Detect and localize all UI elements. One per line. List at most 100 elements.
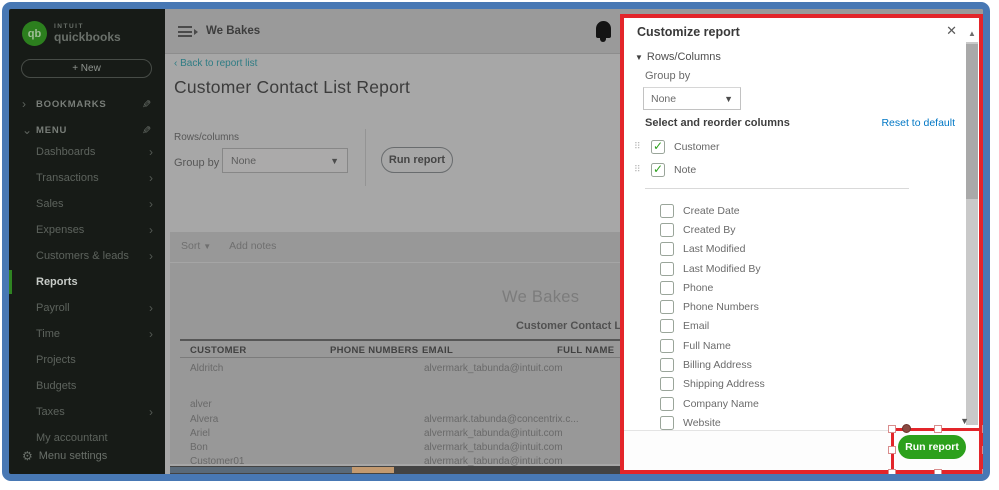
- cell-email: alvermark_tabunda@intuit.com: [424, 428, 563, 439]
- triangle-down-icon: ▼: [635, 53, 643, 62]
- scrollbar-thumb[interactable]: [170, 467, 352, 473]
- unchecked-column-row: Last Modified By: [660, 259, 949, 278]
- chevron-right-icon: ›: [149, 249, 153, 263]
- divider: [645, 188, 909, 189]
- sidebar-item[interactable]: Sales ›: [9, 191, 165, 217]
- sidebar-item[interactable]: Reports: [9, 269, 165, 295]
- cell-email: alvermark_tabunda@intuit.com: [424, 442, 563, 453]
- column-header-full-name[interactable]: FULL NAME: [557, 345, 614, 356]
- selection-handle: [982, 425, 990, 433]
- gear-icon: ⚙: [22, 449, 33, 463]
- reset-to-default-link[interactable]: Reset to default: [881, 117, 955, 129]
- rows-columns-section-toggle[interactable]: ▼Rows/Columns: [635, 51, 721, 63]
- panel-footer: Run report: [624, 430, 979, 470]
- cell-customer: alver: [190, 399, 212, 410]
- app-window: qb INTUIT quickbooks + New › BOOKMARKS ✎…: [2, 2, 990, 481]
- sidebar-item-label: Time: [36, 328, 149, 340]
- sidebar-section-menu[interactable]: ⌄ MENU ✎: [9, 121, 165, 139]
- checkbox-unchecked[interactable]: [660, 281, 674, 295]
- chevron-right-icon: ›: [149, 197, 153, 211]
- sidebar-item[interactable]: Customers & leads ›: [9, 243, 165, 269]
- checkbox-unchecked[interactable]: [660, 377, 674, 391]
- pencil-icon[interactable]: ✎: [142, 98, 151, 111]
- sidebar-item-label: My accountant: [36, 432, 153, 444]
- run-report-button-primary[interactable]: Run report: [898, 435, 966, 459]
- column-label: Last Modified By: [683, 263, 761, 275]
- column-header-email[interactable]: EMAIL: [422, 345, 453, 356]
- unchecked-column-row: Created By: [660, 220, 949, 239]
- column-label: Phone: [683, 282, 713, 294]
- checkbox-unchecked[interactable]: [660, 319, 674, 333]
- run-report-button[interactable]: Run report: [381, 147, 453, 173]
- checkbox-checked[interactable]: ✓: [651, 163, 665, 177]
- sidebar-item-label: Sales: [36, 198, 149, 210]
- group-by-label: Group by: [174, 157, 219, 169]
- vertical-scrollbar[interactable]: ▲: [966, 42, 978, 425]
- group-by-dropdown[interactable]: None ▼: [643, 87, 741, 110]
- sidebar-item[interactable]: Expenses ›: [9, 217, 165, 243]
- column-label: Full Name: [683, 340, 731, 352]
- checkbox-unchecked[interactable]: [660, 416, 674, 430]
- scroll-down-icon[interactable]: ▼: [960, 416, 969, 426]
- unchecked-column-row: Phone Numbers: [660, 297, 949, 316]
- caret-down-icon: ▼: [203, 242, 211, 251]
- group-by-value: None: [651, 93, 724, 105]
- cell-customer: Ariel: [190, 428, 210, 439]
- notification-bell-icon[interactable]: [596, 21, 611, 38]
- drag-handle-icon[interactable]: ⠿: [634, 164, 648, 175]
- scroll-up-icon[interactable]: ▲: [968, 29, 976, 38]
- unchecked-column-row: Create Date: [660, 201, 949, 220]
- sort-dropdown[interactable]: Sort ▼: [181, 240, 211, 252]
- sidebar-item[interactable]: Time ›: [9, 321, 165, 347]
- checkbox-unchecked[interactable]: [660, 223, 674, 237]
- checkbox-unchecked[interactable]: [660, 358, 674, 372]
- checkbox-unchecked[interactable]: [660, 300, 674, 314]
- brand-quickbooks: quickbooks: [54, 31, 121, 44]
- pencil-icon[interactable]: ✎: [142, 124, 151, 137]
- new-button[interactable]: + New: [21, 59, 152, 78]
- group-by-label: Group by: [645, 70, 690, 82]
- customize-report-panel: Customize report ✕ ▲ ▼Rows/Columns Group…: [620, 14, 983, 474]
- column-header-customer[interactable]: CUSTOMER: [190, 345, 247, 356]
- column-label: Customer: [674, 141, 720, 153]
- checked-column-row: ⠿ ✓ Customer: [634, 135, 959, 158]
- checkbox-unchecked[interactable]: [660, 242, 674, 256]
- unchecked-column-row: Company Name: [660, 394, 949, 413]
- group-by-dropdown[interactable]: None ▼: [222, 148, 348, 173]
- column-header-phone-numbers[interactable]: PHONE NUMBERS: [330, 345, 418, 356]
- back-to-report-list-link[interactable]: ‹ Back to report list: [174, 58, 257, 69]
- hamburger-icon[interactable]: [178, 26, 192, 37]
- checkbox-unchecked[interactable]: [660, 397, 674, 411]
- sidebar-item[interactable]: My accountant: [9, 425, 165, 451]
- panel-title: Customize report: [637, 25, 740, 39]
- checkbox-unchecked[interactable]: [660, 262, 674, 276]
- sidebar-section-bookmarks[interactable]: › BOOKMARKS ✎: [9, 95, 165, 113]
- cell-customer: Alvera: [190, 414, 218, 425]
- drag-handle-icon[interactable]: ⠿: [634, 141, 648, 152]
- sidebar-item-label: Projects: [36, 354, 153, 366]
- chevron-right-icon: ›: [149, 223, 153, 237]
- sidebar-item[interactable]: Transactions ›: [9, 165, 165, 191]
- sidebar-item[interactable]: Dashboards ›: [9, 139, 165, 165]
- column-label: Website: [683, 417, 721, 429]
- checkbox-unchecked[interactable]: [660, 204, 674, 218]
- scrollbar-thumb[interactable]: [966, 44, 978, 199]
- unchecked-column-row: Full Name: [660, 336, 949, 355]
- toolbar-divider: [365, 129, 366, 186]
- sidebar-item[interactable]: Taxes ›: [9, 399, 165, 425]
- checkbox-checked[interactable]: ✓: [651, 140, 665, 154]
- sidebar-item[interactable]: Projects: [9, 347, 165, 373]
- add-notes-link[interactable]: Add notes: [229, 240, 276, 252]
- menu-settings-label: Menu settings: [39, 450, 107, 462]
- sidebar-item[interactable]: Payroll ›: [9, 295, 165, 321]
- chevron-right-icon: ›: [149, 145, 153, 159]
- cell-customer: Bon: [190, 442, 208, 453]
- unchecked-column-row: Phone: [660, 278, 949, 297]
- sidebar: qb INTUIT quickbooks + New › BOOKMARKS ✎…: [9, 9, 165, 474]
- column-label: Phone Numbers: [683, 301, 759, 313]
- sidebar-nav: Dashboards › Transactions › Sales › Expe…: [9, 139, 165, 451]
- checkbox-unchecked[interactable]: [660, 339, 674, 353]
- close-icon[interactable]: ✕: [946, 23, 957, 39]
- sidebar-item[interactable]: Budgets: [9, 373, 165, 399]
- menu-settings[interactable]: ⚙ Menu settings: [22, 449, 107, 463]
